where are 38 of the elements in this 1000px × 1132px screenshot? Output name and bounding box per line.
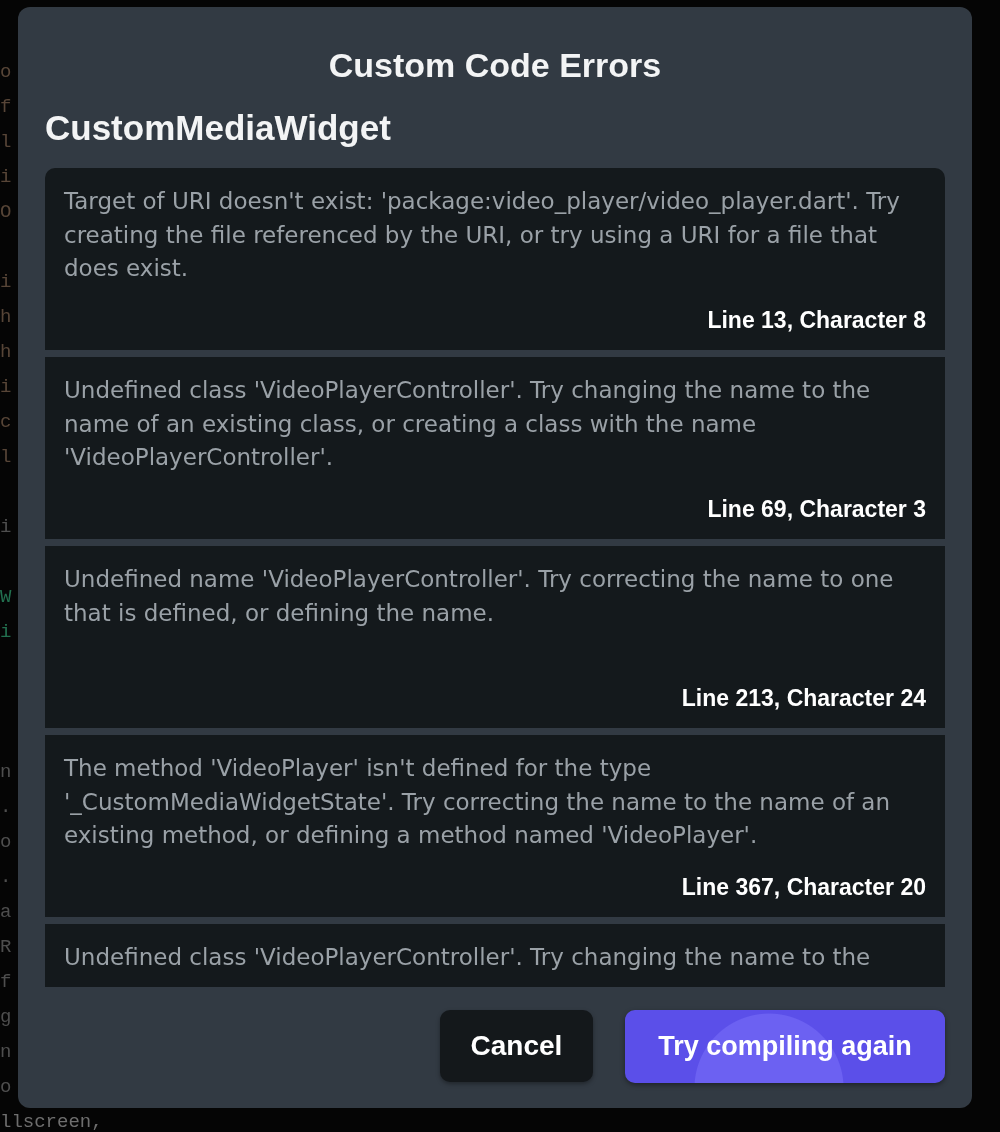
error-location: Line 13, Character 8 (707, 306, 926, 334)
error-location: Line 367, Character 20 (681, 873, 926, 901)
widget-name: CustomMediaWidget (45, 108, 391, 148)
code-text: o (0, 832, 12, 852)
code-text: . (0, 867, 12, 887)
error-message: Undefined class 'VideoPlayerController'. Try changing the name to the name of an existing class, or creating a class with the name 'VideoPlayerController'. (64, 376, 871, 472)
code-text: i (0, 167, 12, 187)
code-text: i (0, 517, 12, 537)
error-message: Undefined name 'VideoPlayerController'. Try correcting the name to one that is defined, or defining the name. (64, 565, 894, 628)
code-text: O (0, 202, 12, 222)
code-text: f (0, 972, 12, 992)
code-text: h (0, 307, 12, 327)
code-text: o (0, 1077, 12, 1097)
code-text: h (0, 342, 12, 362)
code-text: f (0, 97, 12, 117)
dialog-title: Custom Code Errors (328, 45, 662, 85)
code-text: R (0, 937, 12, 957)
code-text: a (0, 902, 12, 922)
code-text: c (0, 412, 12, 432)
code-text: n (0, 1042, 12, 1062)
error-message: Undefined class 'VideoPlayerController'. Try changing the name to the (64, 943, 871, 972)
code-text: i (0, 622, 12, 642)
code-text: o (0, 62, 12, 82)
code-text: l (0, 447, 12, 467)
code-text: i (0, 272, 12, 292)
error-location: Line 213, Character 24 (681, 684, 926, 712)
code-text: i (0, 377, 12, 397)
code-text: l (0, 132, 12, 152)
code-text: n (0, 762, 12, 782)
code-text: llscreen, (0, 1112, 103, 1132)
code-text: . (0, 797, 12, 817)
code-text: g (0, 1007, 12, 1027)
code-text: W (0, 587, 12, 607)
error-message: Target of URI doesn't exist: 'package:video_player/video_player.dart'. Try creating the file referenced by the URI, or try using a URI for a file that does exist. (64, 187, 900, 283)
error-location: Line 69, Character 3 (707, 495, 926, 523)
compile-button[interactable]: Try compiling again (625, 1010, 945, 1083)
error-message: The method 'VideoPlayer' isn't defined for the type '_CustomMediaWidgetState'. Try correcting the name to the name of an existing method, or defining a method named 'VideoPlayer'. (64, 754, 891, 850)
cancel-button[interactable]: Cancel (440, 1010, 593, 1082)
